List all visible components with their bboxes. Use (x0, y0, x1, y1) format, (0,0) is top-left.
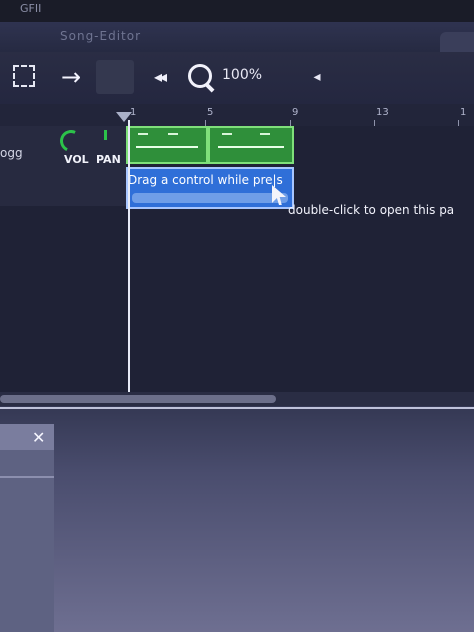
side-panel-header (0, 424, 54, 450)
tooltip-waveform (132, 193, 288, 203)
pattern-dash (168, 133, 178, 135)
dashed-square-icon (13, 65, 35, 87)
timeline-ruler[interactable]: 1 5 9 13 1 (0, 104, 474, 126)
top-strip: GFII (0, 0, 474, 22)
window-title: Song-Editor (60, 29, 142, 43)
double-click-hint: double-click to open this pa (288, 203, 455, 217)
ruler-label-13: 13 (376, 107, 389, 118)
horizontal-scrollbar-thumb[interactable] (0, 395, 276, 403)
ruler-label-9: 9 (292, 107, 299, 118)
ruler-label-17: 1 (460, 107, 467, 118)
pattern-dash (222, 133, 232, 135)
pattern-line (136, 146, 198, 148)
tooltip-text: Drag a control while pre|s (128, 173, 283, 187)
rewind-button[interactable]: ◂◂ (142, 60, 176, 94)
pattern-line (218, 146, 284, 148)
magnifier-handle (204, 82, 215, 93)
toolbar: → ◂◂ 100% ◂ (0, 52, 474, 104)
playhead-line[interactable] (128, 120, 130, 392)
pan-knob-icon[interactable] (104, 130, 107, 140)
pattern-segment[interactable] (126, 126, 208, 164)
song-editor-title-bar[interactable]: Song-Editor (0, 22, 474, 52)
editor-divider (0, 407, 474, 409)
pan-label: PAN (96, 153, 121, 166)
close-icon[interactable]: ✕ (32, 428, 45, 447)
move-mode-button[interactable]: → (54, 60, 88, 94)
zoom-button[interactable] (184, 60, 218, 94)
track-name[interactable]: ogg (0, 146, 23, 160)
volume-label: VOL (64, 153, 89, 166)
top-text: GFII (20, 2, 42, 15)
scroll-left-button[interactable]: ◂ (300, 60, 334, 94)
select-mode-button[interactable] (8, 60, 42, 94)
toolbar-inactive-button[interactable] (96, 60, 134, 94)
pattern-dash (138, 133, 148, 135)
pattern-dash (260, 133, 270, 135)
side-panel-divider (0, 476, 54, 478)
zoom-level[interactable]: 100% (222, 67, 262, 83)
side-panel (0, 424, 54, 632)
ruler-label-5: 5 (207, 107, 214, 118)
pattern-segment[interactable] (208, 126, 294, 164)
